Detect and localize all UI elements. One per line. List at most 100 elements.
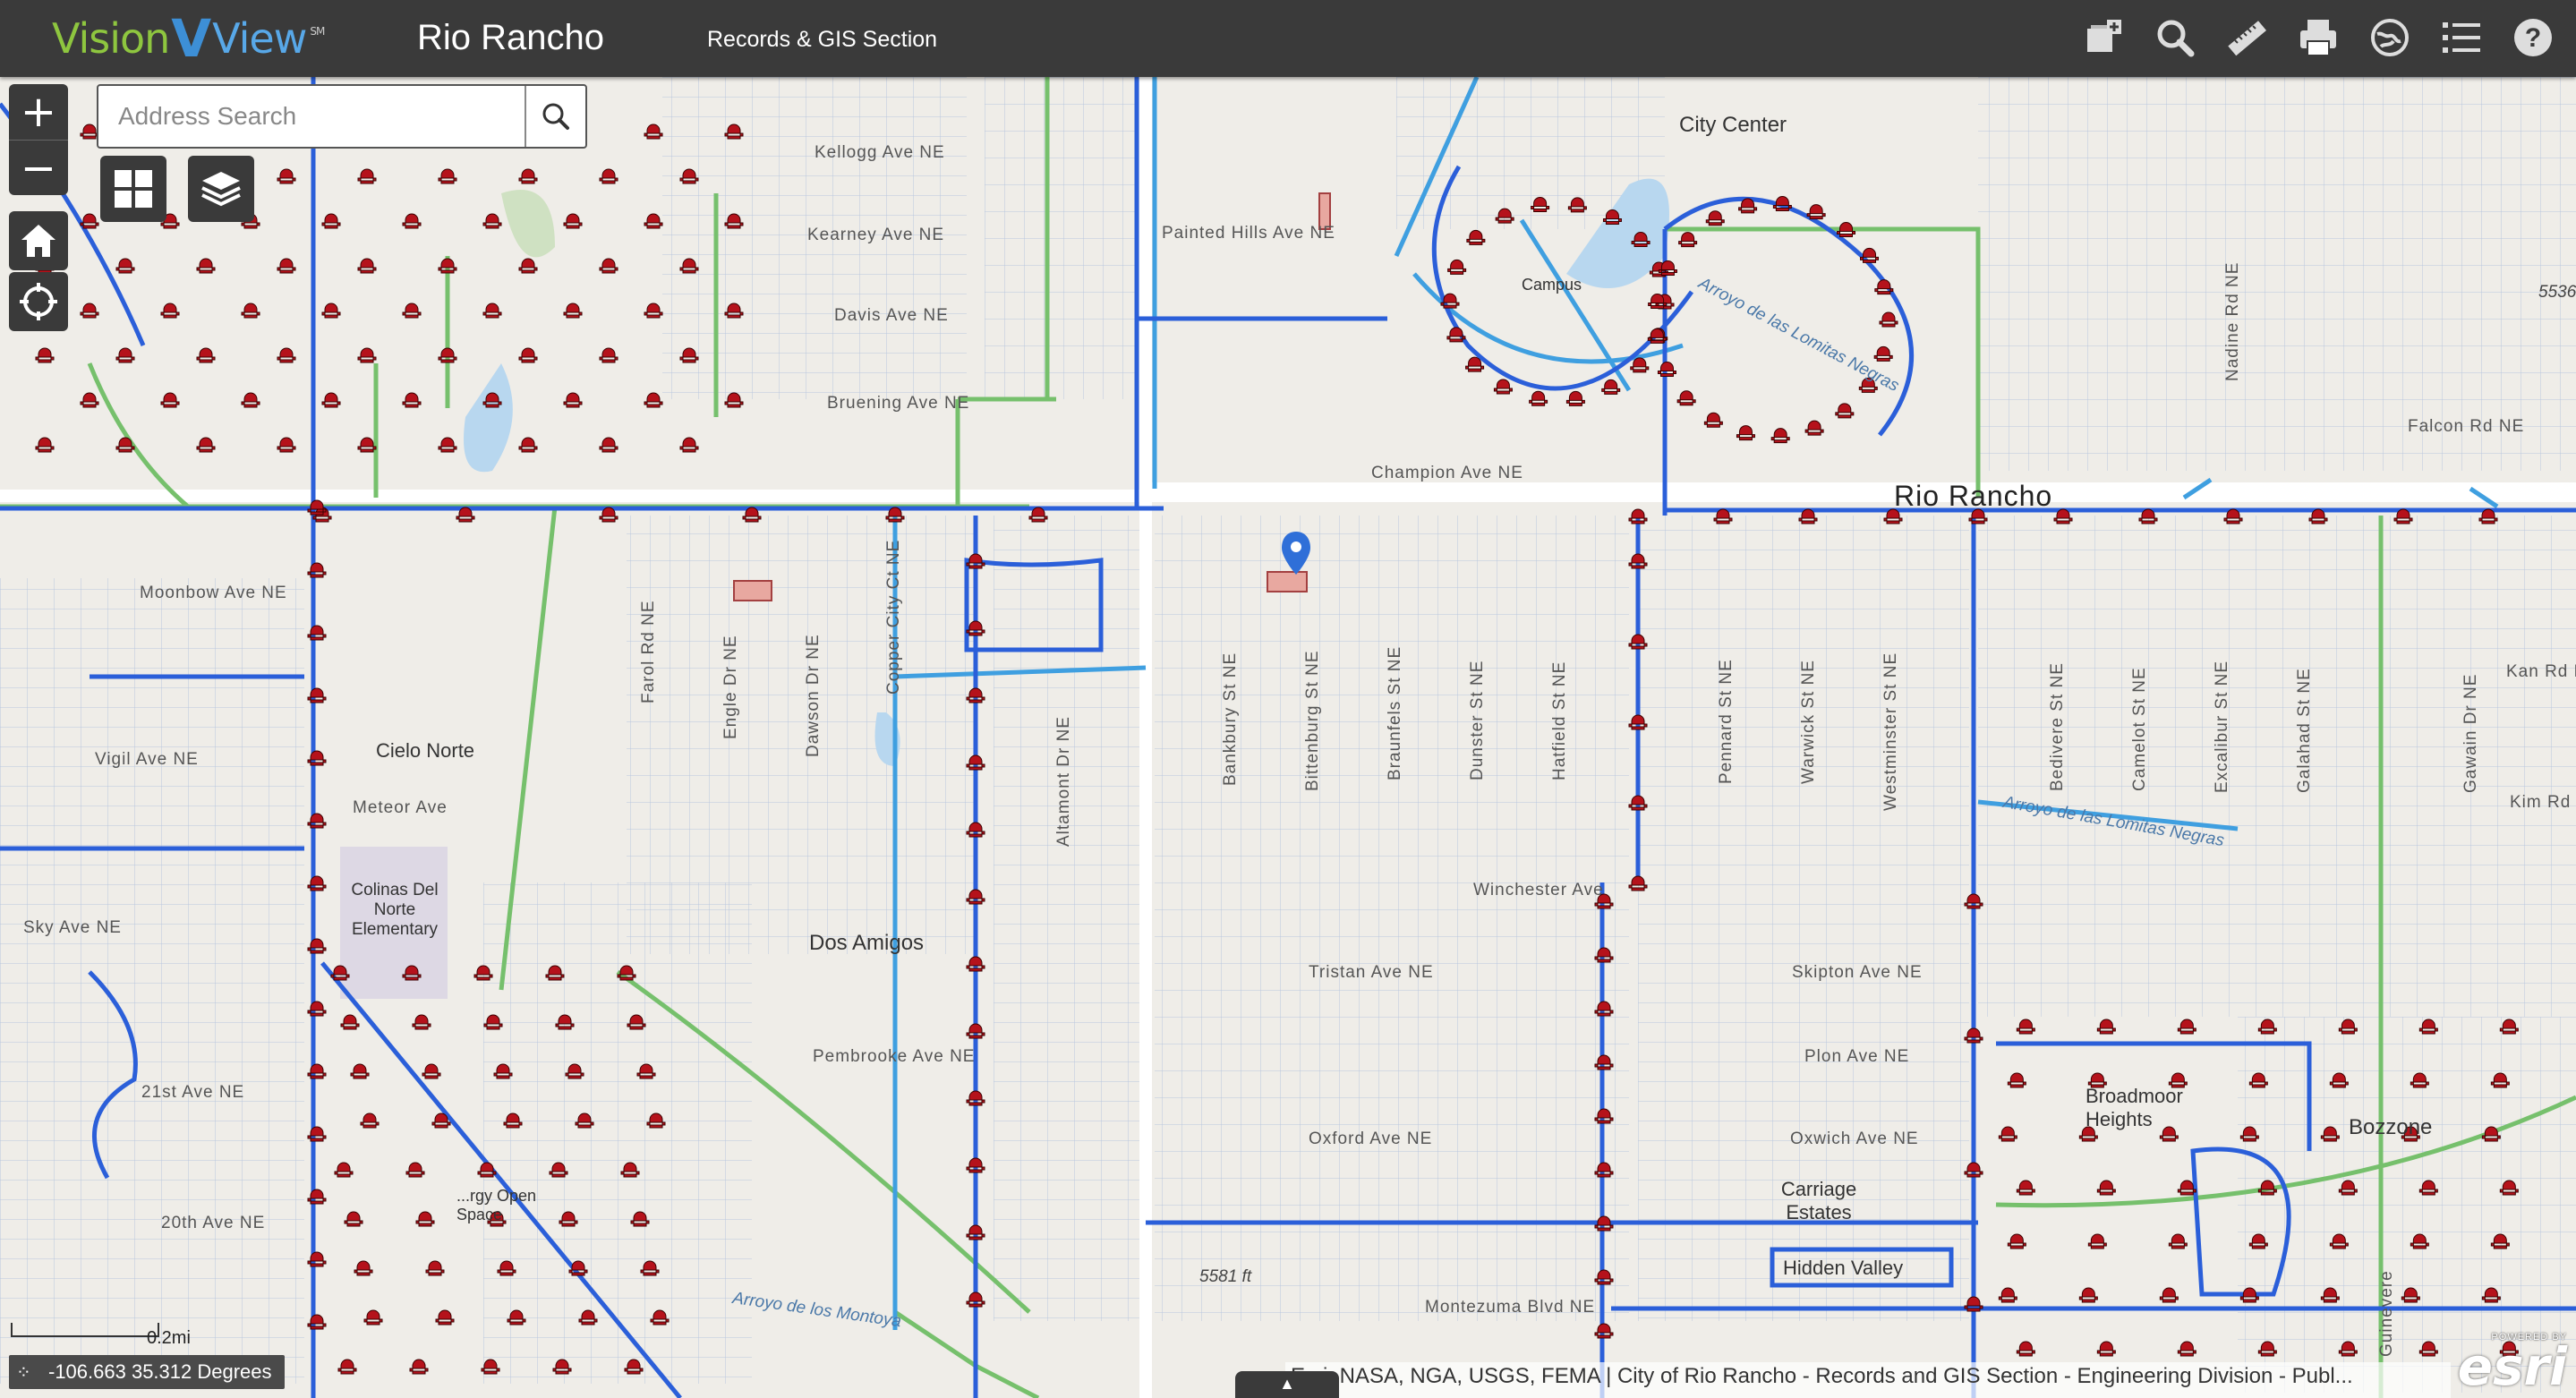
measure-button[interactable] [2222, 13, 2272, 63]
street-label: Engle Dr NE [721, 635, 740, 739]
place-label-colinas: Colinas Del Norte Elementary [351, 881, 439, 939]
logo-view-text: View [212, 14, 307, 63]
street-label: Farol Rd NE [639, 600, 658, 703]
place-label-bozzone: Bozzone [2349, 1115, 2433, 1139]
search-icon [2157, 20, 2195, 57]
legend-button[interactable] [2436, 13, 2486, 63]
basemap-button[interactable] [2365, 13, 2415, 63]
vision-view-logo: Vision V View SM [52, 8, 325, 69]
street-label: Falcon Rd NE [2408, 417, 2525, 436]
street-label: Champion Ave NE [1371, 464, 1523, 482]
street-label: Sky Ave NE [23, 918, 122, 937]
street-label: Pennard St NE [1717, 659, 1736, 784]
logo-vision-text: Vision [52, 14, 170, 63]
street-label: Tristan Ave NE [1309, 963, 1434, 982]
collapse-attribution-button[interactable]: ▲ [1235, 1371, 1339, 1398]
map-attribution: Esri, NASA, NGA, USGS, FEMA | City of Ri… [1285, 1362, 2451, 1398]
street-label: 20th Ave NE [161, 1214, 266, 1232]
scale-label: 0.2mi [147, 1328, 191, 1348]
street-label: Montezuma Blvd NE [1425, 1298, 1596, 1317]
place-label-dos-amigos: Dos Amigos [809, 931, 925, 955]
search-tool-button[interactable] [2150, 13, 2200, 63]
locate-button[interactable] [9, 272, 68, 331]
esri-logo: POWERED BY esri [2457, 1332, 2567, 1397]
basemap-icon [2371, 19, 2409, 56]
app-header: Vision V View SM Rio Rancho Records & GI… [0, 0, 2576, 77]
street-label: Oxford Ave NE [1309, 1129, 1433, 1148]
elevation-label: 5581 ft [1199, 1267, 1252, 1286]
svg-text:?: ? [2525, 23, 2541, 53]
street-label: Dunster St NE [1468, 660, 1487, 780]
map-view[interactable]: Rio Rancho City Center Dos Amigos Bozzon… [0, 77, 2576, 1398]
street-label: Westminster St NE [1881, 652, 1900, 811]
street-label: Braunfels St NE [1386, 645, 1404, 780]
street-label: Kellogg Ave NE [815, 143, 945, 162]
esri-logo-text: esri [2457, 1336, 2567, 1397]
place-label-carriage: Carriage Estates [1780, 1178, 1857, 1223]
street-label: Copper City Ct NE [884, 539, 903, 695]
street-label: Bankbury St NE [1221, 652, 1240, 786]
street-label: Bedivere St NE [2048, 662, 2067, 791]
street-label: Nadine Rd NE [2223, 261, 2242, 381]
map-canvas[interactable] [0, 77, 2576, 1398]
section-title: Records & GIS Section [707, 27, 938, 52]
street-label: Gawain Dr NE [2461, 673, 2480, 793]
help-button[interactable]: ? [2508, 13, 2558, 63]
home-button[interactable] [9, 211, 68, 270]
street-label: Meteor Ave [353, 798, 448, 817]
place-label-broadmoor: Broadmoor Heights [2086, 1085, 2183, 1130]
address-search-button[interactable] [525, 86, 585, 147]
grid-icon [115, 170, 152, 208]
layers-button[interactable] [188, 156, 254, 222]
logo-v-mark: V [171, 8, 211, 69]
overview-button[interactable] [100, 156, 166, 222]
search-icon [542, 103, 569, 130]
help-icon: ? [2514, 19, 2552, 56]
legend-icon [2443, 22, 2480, 53]
street-label: Vigil Ave NE [95, 750, 199, 769]
street-label: Plon Ave NE [1804, 1047, 1910, 1066]
coordinates-text: -106.663 35.312 Degrees [48, 1360, 272, 1383]
logo-sm-mark: SM [310, 25, 325, 38]
place-label-campus: Campus [1522, 276, 1582, 294]
place-label-hidden: Hidden Valley [1783, 1257, 1904, 1279]
print-button[interactable] [2293, 13, 2343, 63]
print-icon [2300, 20, 2336, 56]
place-label-open-space: ...rgy Open Space [456, 1187, 537, 1223]
place-label-city-center: City Center [1679, 113, 1787, 137]
zoom-in-button[interactable]: + [9, 84, 68, 140]
street-label: Guinevere [2377, 1270, 2396, 1357]
crosshair-icon: ⁘ [16, 1362, 31, 1383]
add-note-icon [2087, 20, 2121, 52]
app-title: Rio Rancho [417, 18, 605, 57]
add-note-button[interactable] [2078, 13, 2128, 63]
street-label: Moonbow Ave NE [140, 584, 287, 602]
street-label: Hatfield St NE [1550, 661, 1569, 780]
measure-icon [2228, 21, 2266, 56]
elevation-label: 5536 [2538, 283, 2576, 302]
street-label: Bruening Ave NE [827, 394, 970, 413]
street-label: Dawson Dr NE [804, 634, 823, 757]
place-label-cielo-norte: Cielo Norte [376, 739, 475, 762]
place-label-rio-rancho: Rio Rancho [1894, 480, 2053, 512]
street-label: Painted Hills Ave NE [1162, 224, 1335, 243]
address-search [97, 84, 587, 149]
toolbar: ? [2078, 13, 2558, 63]
street-label: Camelot St NE [2130, 667, 2149, 791]
street-label: Excalibur St NE [2213, 660, 2231, 793]
street-label: Davis Ave NE [834, 306, 949, 325]
scale-bar [11, 1323, 159, 1337]
street-label: Kim Rd NE [2510, 793, 2576, 812]
zoom-out-button[interactable]: − [9, 140, 68, 196]
coordinates-readout[interactable]: ⁘ -106.663 35.312 Degrees [9, 1355, 285, 1389]
street-label: Winchester Ave [1473, 881, 1604, 899]
street-label: Oxwich Ave NE [1790, 1129, 1919, 1148]
street-label: Kearney Ave NE [807, 226, 945, 244]
locate-icon [20, 283, 57, 320]
street-label: 21st Ave NE [141, 1083, 245, 1102]
address-search-input[interactable] [98, 86, 525, 147]
street-label: Altamont Dr NE [1054, 716, 1073, 847]
street-label: Warwick St NE [1799, 660, 1818, 784]
street-label: Bittenburg St NE [1303, 650, 1322, 791]
street-label: Skipton Ave NE [1792, 963, 1923, 982]
